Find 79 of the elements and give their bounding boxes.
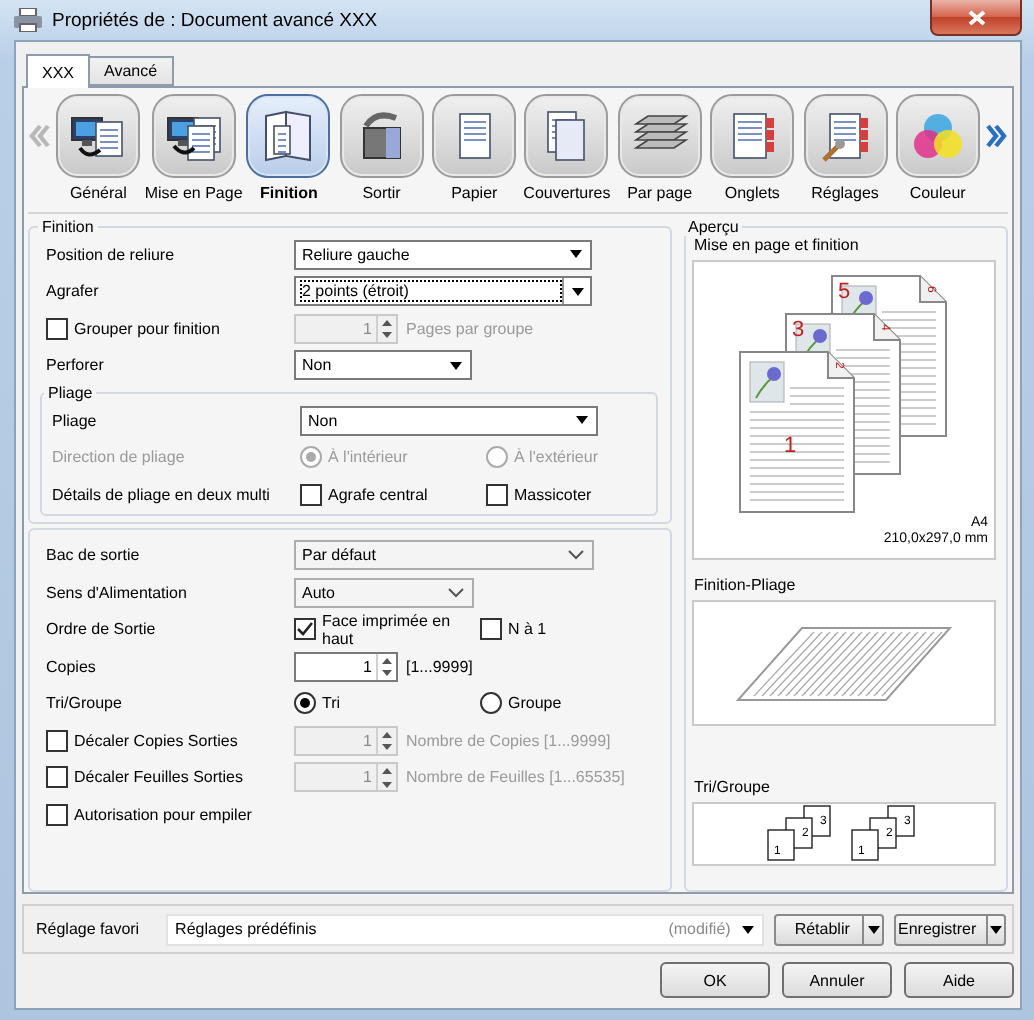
checkbox-label: Massicoter bbox=[514, 485, 592, 504]
tab[interactable]: Avancé bbox=[88, 56, 174, 86]
window-title: Propriétés de : Document avancé XXX bbox=[52, 9, 378, 31]
checkbox-label: Face imprimée en haut bbox=[322, 611, 453, 648]
dropdown[interactable]: Réglages prédéfinis (modifié) bbox=[165, 913, 765, 945]
chevron-icon bbox=[568, 550, 584, 561]
printer-icon bbox=[14, 8, 42, 32]
checkbox[interactable] bbox=[486, 483, 508, 506]
checkbox[interactable] bbox=[480, 618, 502, 641]
number-spinner[interactable]: 1 bbox=[294, 651, 398, 682]
spinner-hint: Nombre de Feuilles [1...65535] bbox=[406, 768, 625, 787]
dropdown[interactable]: 2 points (étroit) bbox=[294, 276, 592, 307]
chevron-icon bbox=[448, 587, 464, 598]
caret-icon bbox=[570, 250, 582, 259]
tab[interactable]: XXX bbox=[26, 54, 91, 88]
section-label: Mise en page et finition bbox=[694, 236, 861, 254]
group-title: Aperçu bbox=[686, 218, 741, 236]
dialog-button[interactable]: Annuler bbox=[782, 962, 892, 998]
field-label: Bac de sortie bbox=[46, 546, 142, 565]
caret-icon bbox=[742, 925, 755, 933]
checkbox[interactable] bbox=[294, 618, 316, 641]
field-label: Détails de pliage en deux multi bbox=[52, 485, 272, 504]
radio-label: Tri bbox=[322, 694, 341, 713]
caret-icon bbox=[450, 361, 462, 370]
close-icon bbox=[967, 9, 985, 25]
checkbox[interactable] bbox=[46, 766, 68, 789]
checkbox-label: Décaler Feuilles Sorties bbox=[74, 768, 243, 787]
spinner-hint: [1...9999] bbox=[406, 657, 473, 676]
dropdown[interactable]: Par défaut bbox=[294, 540, 594, 571]
field-label: Perforer bbox=[46, 356, 106, 375]
checkbox[interactable] bbox=[46, 317, 68, 340]
page-number: 1 bbox=[783, 434, 796, 458]
field-label: Tri/Groupe bbox=[46, 694, 124, 713]
split-button[interactable]: Enregistrer bbox=[894, 913, 1006, 945]
sheet-drawing bbox=[767, 829, 795, 861]
field-label: Ordre de Sortie bbox=[46, 620, 158, 639]
group-title: Pliage bbox=[46, 384, 95, 402]
checkbox[interactable] bbox=[300, 483, 322, 506]
checkbox-label: Autorisation pour empiler bbox=[74, 805, 252, 824]
section-label: Tri/Groupe bbox=[694, 778, 772, 796]
radio-button[interactable] bbox=[294, 692, 316, 715]
checkbox-label: N à 1 bbox=[508, 620, 547, 639]
field-label: Copies bbox=[46, 657, 98, 676]
field-label: Position de reliure bbox=[46, 245, 177, 264]
page-number: 5 bbox=[837, 280, 850, 304]
radio-button[interactable] bbox=[480, 692, 502, 715]
radio-label: Groupe bbox=[508, 694, 562, 713]
radio-label: À l'extérieur bbox=[514, 448, 598, 467]
dropdown[interactable]: Non bbox=[294, 350, 472, 381]
page-number: 3 bbox=[791, 318, 804, 342]
dialog-button[interactable]: Aide bbox=[904, 962, 1014, 998]
dropdown[interactable]: Auto bbox=[294, 577, 474, 608]
double-chevron-left-icon bbox=[28, 124, 52, 148]
checkbox-label: Grouper pour finition bbox=[74, 319, 220, 338]
field-label: Agrafer bbox=[46, 282, 101, 301]
checkbox-label: Agrafe central bbox=[328, 485, 428, 504]
caret-icon bbox=[571, 287, 583, 296]
section-label: Finition-Pliage bbox=[694, 576, 798, 594]
field-label: Réglage favori bbox=[36, 920, 142, 938]
sheet-drawing bbox=[851, 829, 879, 861]
spinner-hint: Nombre de Copies [1...9999] bbox=[406, 731, 611, 750]
radio-label: À l'intérieur bbox=[328, 448, 408, 467]
field-label: Sens d'Alimentation bbox=[46, 583, 189, 602]
split-button[interactable]: Rétablir bbox=[774, 913, 884, 945]
caret-icon bbox=[576, 416, 588, 425]
group-title: Finition bbox=[40, 218, 96, 236]
field-label: Direction de pliage bbox=[52, 448, 187, 467]
dialog-button[interactable]: OK bbox=[660, 962, 770, 998]
caret-icon bbox=[990, 925, 1003, 933]
dropdown[interactable]: Non bbox=[300, 405, 598, 436]
dropdown[interactable]: Reliure gauche bbox=[294, 239, 592, 270]
close-button[interactable] bbox=[930, 0, 1022, 36]
double-chevron-right-icon bbox=[984, 124, 1009, 148]
checkbox[interactable] bbox=[46, 729, 68, 752]
checkbox-label: Décaler Copies Sorties bbox=[74, 731, 238, 750]
spinner-hint: Pages par groupe bbox=[406, 319, 534, 338]
checkbox[interactable] bbox=[46, 803, 68, 826]
caret-icon bbox=[867, 925, 879, 933]
field-label: Pliage bbox=[52, 411, 99, 430]
